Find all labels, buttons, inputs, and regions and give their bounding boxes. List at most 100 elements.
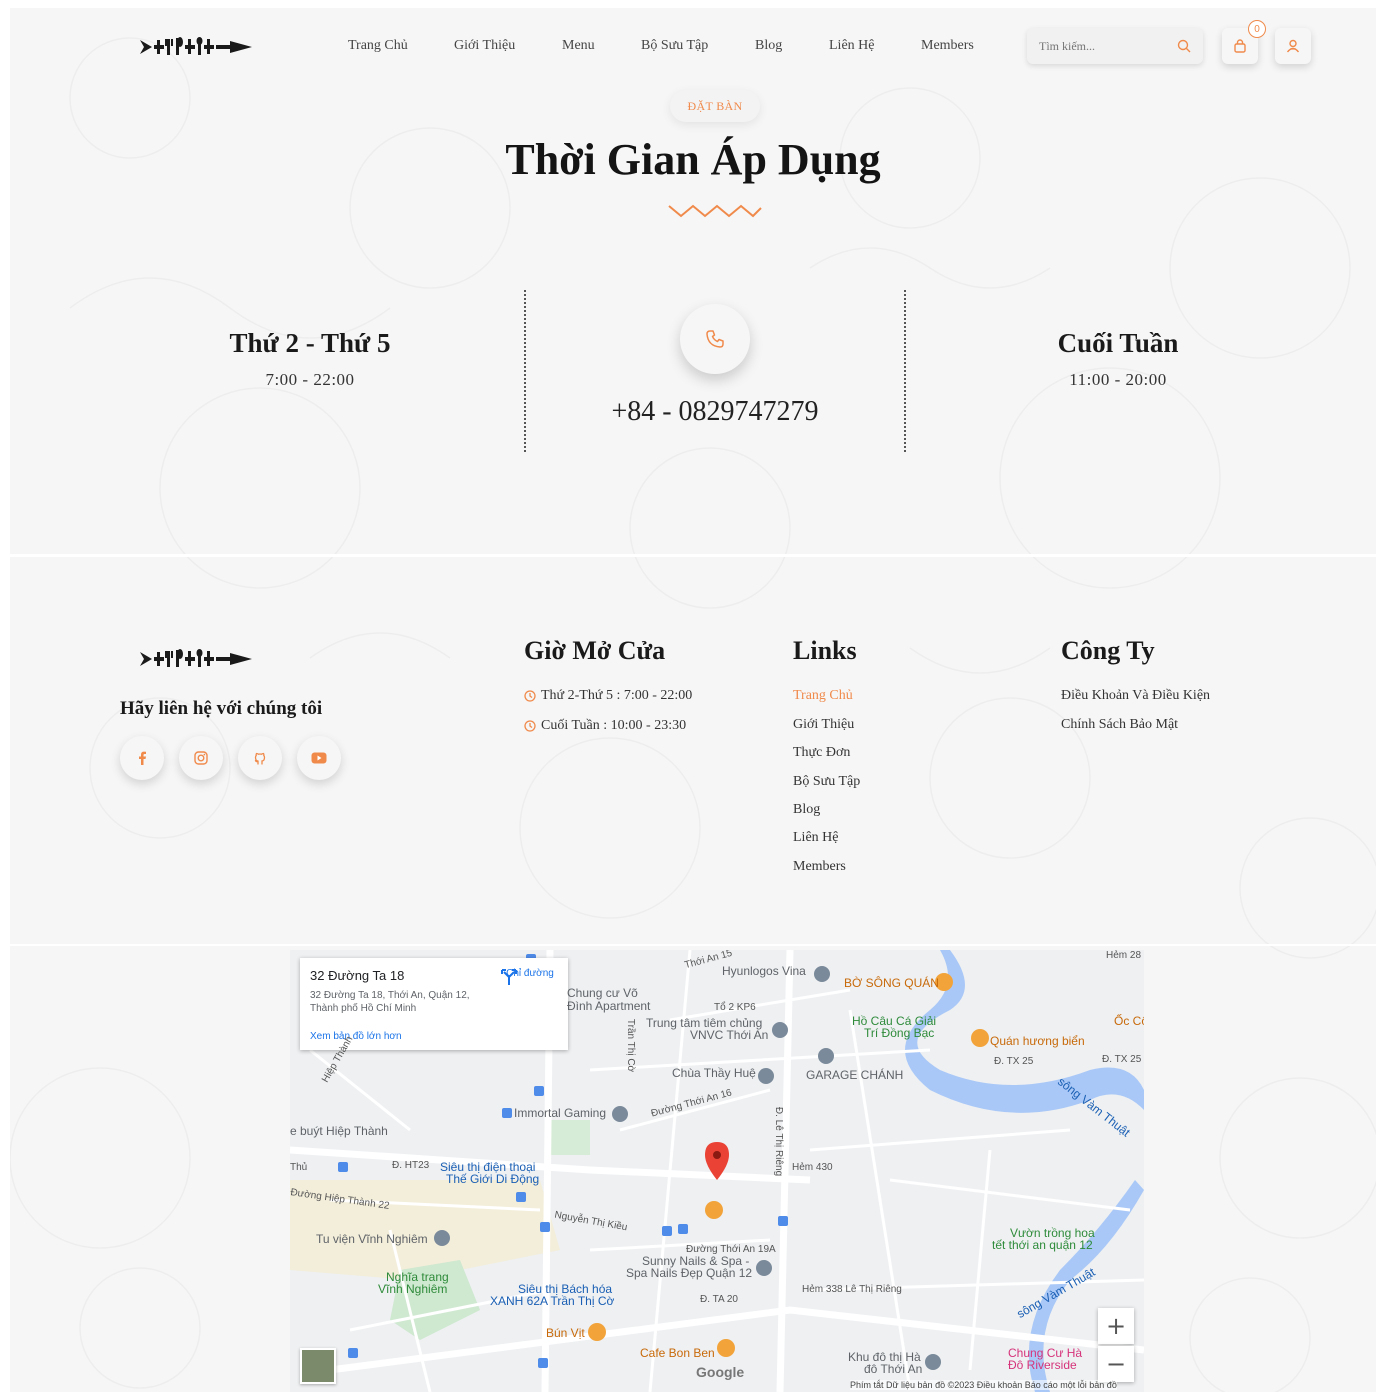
logo-icon: [140, 649, 252, 667]
phone-button[interactable]: [680, 304, 750, 374]
zigzag-divider-icon: [668, 204, 762, 218]
map-directions-button[interactable]: Chỉ đường: [500, 968, 560, 985]
instagram-button[interactable]: [179, 736, 223, 780]
map-road-label: Đ. Lê Thị Riêng: [773, 1106, 785, 1177]
map-label: Spa Nails Đẹp Quận 12: [626, 1266, 753, 1280]
map-label: XANH 62A Trần Thị Cờ: [490, 1294, 615, 1308]
footer-link-lien-he[interactable]: Liên Hệ: [793, 830, 838, 846]
nav-trang-chu[interactable]: Trang Chủ: [348, 38, 454, 54]
google-map[interactable]: 32 Đường Ta 18 32 Đường Ta 18, Thới An, …: [290, 950, 1144, 1392]
nav-blog[interactable]: Blog: [755, 38, 829, 54]
opening-hours-weekday-text: Thứ 2-Thứ 5 : 7:00 - 22:00: [541, 688, 693, 703]
weekend-time: 11:00 - 20:00: [1069, 370, 1167, 389]
footer-link-bo-suu-tap[interactable]: Bộ Sưu Tập: [793, 774, 860, 790]
facebook-button[interactable]: [120, 736, 164, 780]
zoom-out-button[interactable]: −: [1098, 1346, 1134, 1382]
map-road-label: Hẻm 338 Lê Thị Riêng: [802, 1284, 902, 1295]
map-label: Tu viện Vĩnh Nghiêm: [316, 1232, 428, 1246]
map-label: Chung cư Võ: [567, 986, 638, 1000]
footer-link-members[interactable]: Members: [793, 859, 846, 875]
user-icon: [1286, 39, 1300, 53]
clock-icon: [524, 690, 536, 702]
nav-bo-suu-tap[interactable]: Bộ Sưu Tập: [641, 38, 755, 54]
map-label: VNVC Thới An: [690, 1028, 769, 1042]
directions-icon: [501, 969, 517, 985]
github-button[interactable]: [238, 736, 282, 780]
map-label: Bún Vịt: [546, 1326, 585, 1340]
search-icon[interactable]: [1177, 39, 1191, 53]
footer-logo[interactable]: [140, 648, 252, 670]
map-label: Thế Giới Di Động: [446, 1172, 540, 1186]
map-road-label: Thủ: [290, 1162, 308, 1173]
map-label: e buýt Hiệp Thành: [290, 1124, 388, 1138]
section-divider: [10, 554, 1376, 557]
company-title: Công Ty: [1061, 636, 1155, 665]
search-box: [1027, 28, 1203, 64]
youtube-button[interactable]: [297, 736, 341, 780]
instagram-icon: [194, 751, 208, 765]
map-road-label: Tổ 2 KP6: [714, 1002, 756, 1013]
weekday-label: Thứ 2 - Thứ 5: [229, 328, 391, 358]
opening-hours-weekend: Cuối Tuần : 10:00 - 23:30: [524, 718, 686, 734]
map-label: Đô Riverside: [1008, 1358, 1077, 1372]
map-label: tết thới an quận 12: [992, 1238, 1093, 1252]
page: Trang Chủ Giới Thiệu Menu Bộ Sưu Tập Blo…: [10, 8, 1376, 1392]
map-label: Trí Đồng Bạc: [864, 1026, 935, 1040]
github-icon: [254, 752, 266, 765]
clock-icon: [524, 720, 536, 732]
map-road-label: Đ. HT23: [392, 1160, 430, 1171]
phone-number[interactable]: +84 - 0829747279: [530, 396, 900, 428]
map-road-label: Trần Thị Cờ: [625, 1018, 637, 1073]
facebook-icon: [139, 751, 146, 765]
map-label: Đình Apartment: [567, 999, 651, 1013]
nav-members[interactable]: Members: [921, 38, 1001, 54]
map-label: Cafe Bon Ben: [640, 1346, 715, 1360]
logo[interactable]: [140, 36, 252, 58]
weekend-label: Cuối Tuần: [1057, 328, 1179, 358]
nav-lien-he[interactable]: Liên Hệ: [829, 38, 921, 54]
map-label: GARAGE CHÁNH: [806, 1068, 904, 1082]
map-larger-link[interactable]: Xem bản đồ lớn hơn: [310, 1031, 402, 1042]
map-card-address: 32 Đường Ta 18, Thới An, Quận 12, Thành …: [310, 990, 470, 1014]
map-label: đô Thới An: [864, 1362, 923, 1376]
links-title: Links: [793, 636, 857, 665]
account-button[interactable]: [1275, 28, 1311, 64]
shopping-bag-icon: [1234, 39, 1246, 53]
satellite-toggle[interactable]: [300, 1348, 336, 1384]
zoom-in-button[interactable]: +: [1098, 1308, 1134, 1344]
phone-icon: [706, 330, 724, 348]
nav-gioi-thieu[interactable]: Giới Thiệu: [454, 38, 562, 54]
nav-menu[interactable]: Menu: [562, 38, 641, 54]
section-title: Thời Gian Áp Dụng: [505, 135, 881, 184]
footer-link-thuc-don[interactable]: Thực Đơn: [793, 745, 850, 761]
site-header: Trang Chủ Giới Thiệu Menu Bộ Sưu Tập Blo…: [10, 8, 1376, 84]
map-road-label: Đường Thới An 19A: [686, 1244, 776, 1255]
map-road-label: Hẻm 28: [1106, 950, 1142, 961]
footer-link-blog[interactable]: Blog: [793, 802, 820, 818]
main-nav: Trang Chủ Giới Thiệu Menu Bộ Sưu Tập Blo…: [348, 38, 1001, 54]
opening-hours-weekday: Thứ 2-Thứ 5 : 7:00 - 22:00: [524, 688, 692, 704]
map-label: BỜ SÔNG QUÁN: [844, 976, 939, 990]
map-info-card: 32 Đường Ta 18 32 Đường Ta 18, Thới An, …: [300, 958, 568, 1050]
map-label: Hyunlogos Vina: [722, 964, 806, 978]
map-road-label: Hẻm 430: [792, 1162, 833, 1173]
map-attribution[interactable]: Phím tắt Dữ liệu bản đồ ©2023 Điều khoản…: [850, 1380, 1117, 1390]
footer-link-gioi-thieu[interactable]: Giới Thiệu: [793, 717, 854, 733]
youtube-icon: [311, 752, 327, 764]
map-label: Vĩnh Nghiêm: [378, 1282, 448, 1296]
map-label: Quán hương biển: [990, 1034, 1085, 1048]
footer-link-trang-chu[interactable]: Trang Chủ: [793, 688, 853, 704]
footer-link-privacy[interactable]: Chính Sách Bảo Mật: [1061, 717, 1178, 733]
map-road-label: Đ. TX 25: [994, 1056, 1034, 1067]
footer-divider: [10, 944, 1376, 946]
footer-link-terms[interactable]: Điều Khoản Và Điều Kiện: [1061, 688, 1210, 704]
logo-icon: [140, 37, 252, 55]
map-label: Ốc Cô: [1114, 1014, 1144, 1028]
right-dotted-divider: [904, 290, 906, 452]
search-input[interactable]: [1039, 38, 1169, 54]
reservation-pill: ĐẶT BÀN: [670, 90, 760, 122]
weekday-time: 7:00 - 22:00: [265, 370, 355, 389]
left-dotted-divider: [524, 290, 526, 452]
map-label: Chùa Thầy Huệ: [672, 1066, 756, 1080]
map-label: Immortal Gaming: [514, 1106, 607, 1120]
